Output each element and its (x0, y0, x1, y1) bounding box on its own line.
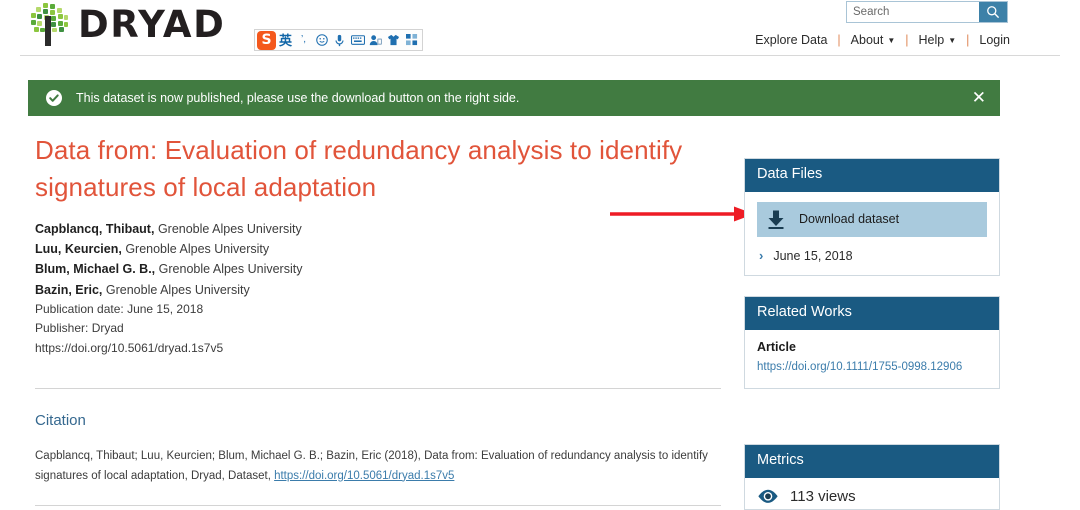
list-item: Blum, Michael G. B., Grenoble Alpes Univ… (35, 259, 715, 279)
english-mode-icon[interactable]: 英 (277, 31, 294, 49)
search-icon (987, 6, 1000, 19)
user-account-icon[interactable] (367, 31, 384, 49)
related-works-panel: Related Works Article https://doi.org/10… (744, 296, 1000, 389)
related-work-link[interactable]: https://doi.org/10.1111/1755-0998.12906 (757, 359, 987, 376)
site-logo[interactable]: DRYAD (28, 2, 225, 48)
banner-message: This dataset is now published, please us… (76, 91, 520, 105)
nav-label: Explore Data (755, 33, 828, 47)
sogou-logo-icon[interactable]: S (257, 30, 276, 50)
list-item: Bazin, Eric, Grenoble Alpes University (35, 280, 715, 300)
data-files-heading: Data Files (745, 159, 999, 192)
author-list: Capblancq, Thibaut, Grenoble Alpes Unive… (35, 219, 715, 358)
nav-item-help[interactable]: Help ▼ (919, 33, 957, 47)
dryad-dataset-page: DRYAD S 英 ’, Search Explore Data | About… (0, 0, 1080, 510)
data-files-panel: Data Files Download dataset › June 15, 2… (744, 158, 1000, 276)
download-dataset-button[interactable]: Download dataset (757, 201, 987, 237)
soft-keyboard-icon[interactable] (349, 31, 366, 49)
related-work-type: Article (757, 339, 796, 354)
voice-input-icon[interactable] (331, 31, 348, 49)
related-works-heading: Related Works (745, 297, 999, 330)
toolbox-icon[interactable] (403, 31, 420, 49)
author-name: Bazin, Eric, (35, 282, 103, 297)
nav-separator: | (837, 33, 841, 47)
nav-label: Login (979, 33, 1010, 47)
author-affiliation: Grenoble Alpes University (125, 242, 270, 257)
download-dataset-label: Download dataset (799, 212, 900, 227)
metrics-heading: Metrics (745, 445, 999, 478)
bottom-divider (35, 505, 721, 506)
search-box[interactable] (846, 1, 1008, 23)
version-row[interactable]: › June 15, 2018 (757, 249, 987, 263)
close-icon[interactable]: ✕ (972, 89, 986, 107)
chevron-down-icon: ▼ (948, 35, 957, 45)
nav-separator: | (905, 33, 909, 47)
dataset-main-content: Data from: Evaluation of redundancy anal… (35, 132, 715, 358)
dataset-doi: https://doi.org/10.5061/dryad.1s7v5 (35, 340, 224, 355)
content-divider (35, 388, 721, 389)
search-input[interactable] (847, 2, 979, 22)
published-notification-banner: This dataset is now published, please us… (28, 80, 1000, 116)
search-button[interactable] (979, 2, 1007, 22)
page-title: Data from: Evaluation of redundancy anal… (35, 135, 683, 202)
emoji-icon[interactable] (313, 31, 330, 49)
brand-name: DRYAD (78, 3, 226, 46)
author-affiliation: Grenoble Alpes University (157, 221, 302, 236)
eye-icon (758, 489, 778, 503)
tree-logo-icon (31, 3, 68, 46)
punctuation-mode-icon[interactable]: ’, (295, 31, 312, 49)
related-works-body: Article https://doi.org/10.1111/1755-099… (745, 330, 999, 388)
metrics-panel: Metrics 113 views (744, 444, 1000, 510)
site-header: DRYAD S 英 ’, Search Explore Data | About… (0, 0, 1080, 56)
list-item: Luu, Keurcien, Grenoble Alpes University (35, 239, 715, 259)
nav-separator: | (966, 33, 970, 47)
author-name: Capblancq, Thibaut, (35, 221, 155, 236)
red-arrow-annotation (610, 206, 754, 222)
check-circle-icon (46, 90, 62, 106)
author-name: Blum, Michael G. B., (35, 262, 156, 277)
author-affiliation: Grenoble Alpes University (105, 282, 250, 297)
publisher: Publisher: Dryad (35, 321, 124, 336)
nav-label: Help (918, 33, 945, 47)
primary-nav: Explore Data | About ▼ | Help ▼ | Login (755, 33, 1010, 47)
citation-heading: Citation (35, 412, 86, 429)
sogou-ime-toolbar[interactable]: S 英 ’, (254, 29, 423, 51)
views-count: 113 views (790, 487, 856, 505)
author-name: Luu, Keurcien, (35, 242, 122, 257)
publication-date: Publication date: June 15, 2018 (35, 301, 204, 316)
header-divider (20, 55, 1060, 56)
nav-item-explore-data[interactable]: Explore Data (755, 33, 827, 47)
download-icon (768, 210, 784, 229)
data-files-body: Download dataset › June 15, 2018 (745, 192, 999, 275)
nav-item-about[interactable]: About ▼ (851, 33, 896, 47)
nav-label: About (850, 33, 884, 47)
chevron-down-icon: ▼ (887, 35, 896, 45)
skin-theme-icon[interactable] (385, 31, 402, 49)
metrics-body: 113 views (745, 478, 999, 509)
nav-item-login[interactable]: Login (979, 33, 1010, 47)
citation-doi-link[interactable]: https://doi.org/10.5061/dryad.1s7v5 (274, 470, 454, 482)
citation-text: Capblancq, Thibaut; Luu, Keurcien; Blum,… (35, 447, 725, 487)
views-metric-row: 113 views (757, 488, 987, 505)
author-affiliation: Grenoble Alpes University (158, 262, 303, 277)
version-date-label: June 15, 2018 (773, 248, 853, 263)
chevron-right-icon: › (759, 248, 764, 264)
